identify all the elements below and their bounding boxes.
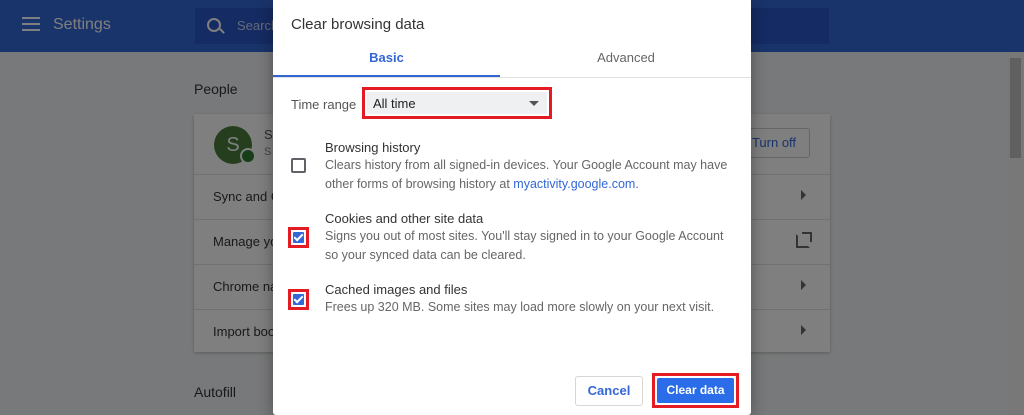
option-description: Signs you out of most sites. You'll stay…	[325, 229, 724, 262]
cookies-checkbox-highlight	[288, 227, 309, 248]
description-text: .	[635, 177, 639, 191]
tab-advanced[interactable]: Advanced	[513, 50, 739, 77]
cached-images-checkbox[interactable]	[293, 294, 304, 305]
myactivity-link[interactable]: myactivity.google.com	[513, 177, 635, 191]
clear-data-highlight: Clear data	[652, 373, 739, 408]
clear-browsing-data-dialog: Clear browsing data Basic Advanced Time …	[273, 0, 751, 415]
dropdown-arrow-icon	[529, 101, 539, 106]
option-title: Cookies and other site data	[325, 211, 484, 226]
option-title: Cached images and files	[325, 282, 468, 297]
option-description: Frees up 320 MB. Some sites may load mor…	[325, 300, 715, 314]
dialog-title: Clear browsing data	[291, 16, 425, 33]
clear-data-button[interactable]: Clear data	[657, 378, 734, 403]
cached-checkbox-highlight	[288, 289, 309, 310]
time-range-highlight: All time	[362, 87, 552, 119]
time-range-select[interactable]: All time	[367, 92, 547, 114]
browsing-history-checkbox[interactable]	[291, 158, 306, 173]
option-description: Clears history from all signed-in device…	[325, 156, 735, 194]
tabs-divider	[273, 77, 751, 78]
option-title: Browsing history	[325, 140, 421, 155]
time-range-value: All time	[373, 96, 416, 111]
cancel-button[interactable]: Cancel	[575, 376, 643, 406]
cookies-checkbox[interactable]	[293, 232, 304, 243]
time-range-label: Time range	[291, 97, 357, 112]
tab-basic[interactable]: Basic	[273, 50, 500, 77]
